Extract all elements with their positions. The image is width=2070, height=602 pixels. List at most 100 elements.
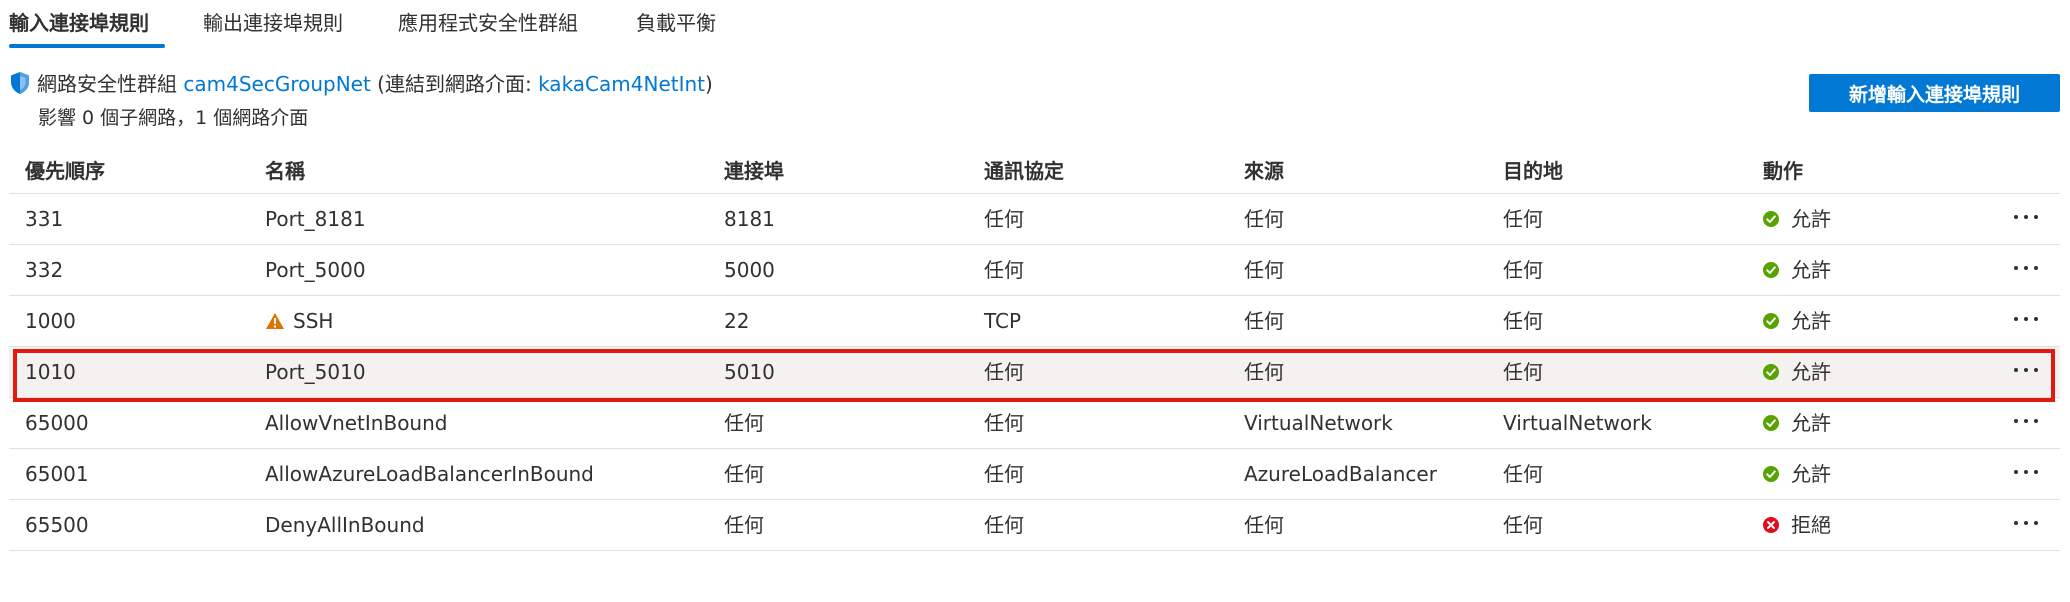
- more-dot: [2014, 470, 2018, 474]
- cell-name: DenyAllInBound: [265, 513, 425, 537]
- cell-port: 22: [724, 309, 750, 333]
- column-header-name[interactable]: 名稱: [265, 155, 305, 184]
- check-circle-icon: [1763, 415, 1779, 431]
- cell-priority: 332: [25, 258, 64, 282]
- table-row[interactable]: 332 Port_5000 5000 任何 任何 任何 允許: [9, 245, 2060, 296]
- add-inbound-rule-button[interactable]: 新增輸入連接埠規則: [1809, 74, 2060, 112]
- more-dot: [2024, 317, 2028, 321]
- column-header-priority[interactable]: 優先順序: [25, 155, 105, 184]
- cell-priority: 331: [25, 207, 64, 231]
- more-dot: [2014, 215, 2018, 219]
- cell-destination: 任何: [1503, 360, 1543, 384]
- cell-priority: 65500: [25, 513, 89, 537]
- error-circle-icon: [1763, 517, 1779, 533]
- network-interface-link[interactable]: kakaCam4NetInt: [538, 72, 705, 96]
- cell-port: 任何: [724, 462, 764, 486]
- more-dot: [2014, 266, 2018, 270]
- cell-protocol: 任何: [984, 513, 1024, 537]
- nsg-attached-prefix: (連結到網路介面:: [377, 72, 539, 96]
- more-dot: [2014, 368, 2018, 372]
- cell-priority: 1000: [25, 309, 76, 333]
- table-row[interactable]: 65500 DenyAllInBound 任何 任何 任何 任何 拒絕: [9, 500, 2060, 551]
- tab-application-security-groups[interactable]: 應用程式安全性群組: [398, 8, 578, 40]
- cell-protocol: 任何: [984, 360, 1024, 384]
- more-dot: [2034, 419, 2038, 423]
- more-dot: [2014, 317, 2018, 321]
- cell-name: Port_8181: [265, 207, 366, 231]
- more-horizontal-icon[interactable]: [2009, 408, 2043, 434]
- action-label: 允許: [1791, 207, 1831, 231]
- inbound-rules-table: 優先順序 名稱 連接埠 通訊協定 來源 目的地 動作 331 Port_8181 8…: [9, 145, 2060, 551]
- more-horizontal-icon[interactable]: [2009, 510, 2043, 536]
- more-dot: [2024, 419, 2028, 423]
- cell-port: 5010: [724, 360, 775, 384]
- cell-source: 任何: [1244, 207, 1284, 231]
- nsg-line: 網路安全性群組 cam4SecGroupNet (連結到網路介面: kakaCa…: [37, 70, 713, 98]
- more-horizontal-icon[interactable]: [2009, 204, 2043, 230]
- more-dot: [2024, 266, 2028, 270]
- cell-port: 8181: [724, 207, 775, 231]
- cell-destination: 任何: [1503, 207, 1543, 231]
- table-row[interactable]: 65001 AllowAzureLoadBalancerInBound 任何 任何 Az…: [9, 449, 2060, 500]
- more-dot: [2024, 470, 2028, 474]
- more-horizontal-icon[interactable]: [2009, 459, 2043, 485]
- cell-name: SSH: [265, 308, 333, 334]
- cell-priority: 65001: [25, 462, 89, 486]
- table-row[interactable]: 1000 SSH 22 TCP 任何 任何 允許: [9, 296, 2060, 347]
- table-header: 優先順序 名稱 連接埠 通訊協定 來源 目的地 動作: [9, 145, 2060, 194]
- action-label: 允許: [1791, 258, 1831, 282]
- more-dot: [2034, 215, 2038, 219]
- more-horizontal-icon[interactable]: [2009, 306, 2043, 332]
- tab-outbound-rules[interactable]: 輸出連接埠規則: [203, 8, 343, 40]
- cell-port: 任何: [724, 513, 764, 537]
- cell-source: 任何: [1244, 258, 1284, 282]
- cell-name: AllowVnetInBound: [265, 411, 448, 435]
- shield-icon: [11, 72, 29, 94]
- more-dot: [2034, 266, 2038, 270]
- cell-port: 任何: [724, 411, 764, 435]
- cell-source: VirtualNetwork: [1244, 411, 1393, 435]
- cell-name: Port_5000: [265, 258, 366, 282]
- tab-inbound-rules[interactable]: 輸入連接埠規則: [9, 8, 149, 40]
- cell-name: Port_5010: [265, 360, 366, 384]
- cell-protocol: 任何: [984, 411, 1024, 435]
- check-circle-icon: [1763, 466, 1779, 482]
- column-header-destination[interactable]: 目的地: [1503, 155, 1563, 184]
- check-circle-icon: [1763, 364, 1779, 380]
- action-label: 允許: [1791, 411, 1831, 435]
- cell-destination: 任何: [1503, 462, 1543, 486]
- column-header-protocol[interactable]: 通訊協定: [984, 155, 1064, 184]
- cell-protocol: 任何: [984, 462, 1024, 486]
- action-label: 允許: [1791, 360, 1831, 384]
- cell-priority: 1010: [25, 360, 76, 384]
- table-row[interactable]: 1010 Port_5010 5010 任何 任何 任何 允許: [9, 347, 2060, 398]
- table-row[interactable]: 331 Port_8181 8181 任何 任何 任何 允許: [9, 194, 2060, 245]
- tab-load-balancing[interactable]: 負載平衡: [636, 8, 716, 40]
- more-dot: [2034, 470, 2038, 474]
- cell-source: 任何: [1244, 513, 1284, 537]
- action-label: 拒絕: [1791, 513, 1831, 537]
- more-dot: [2034, 317, 2038, 321]
- nsg-group-link[interactable]: cam4SecGroupNet: [183, 72, 370, 96]
- table-body: 331 Port_8181 8181 任何 任何 任何 允許 332 Port_5000 5000…: [9, 194, 2060, 551]
- more-dot: [2034, 368, 2038, 372]
- column-header-port[interactable]: 連接埠: [724, 155, 784, 184]
- check-circle-icon: [1763, 262, 1779, 278]
- action-label: 允許: [1791, 309, 1831, 333]
- cell-protocol: TCP: [984, 309, 1022, 333]
- more-horizontal-icon[interactable]: [2009, 255, 2043, 281]
- action-label: 允許: [1791, 462, 1831, 486]
- more-horizontal-icon[interactable]: [2009, 357, 2043, 383]
- nsg-attached-suffix: ): [705, 72, 713, 96]
- cell-port: 5000: [724, 258, 775, 282]
- cell-destination: 任何: [1503, 513, 1543, 537]
- more-dot: [2034, 521, 2038, 525]
- check-circle-icon: [1763, 313, 1779, 329]
- table-row[interactable]: 65000 AllowVnetInBound 任何 任何 VirtualNetwork V…: [9, 398, 2060, 449]
- cell-source: AzureLoadBalancer: [1244, 462, 1437, 486]
- cell-source: 任何: [1244, 360, 1284, 384]
- check-circle-icon: [1763, 211, 1779, 227]
- cell-name: AllowAzureLoadBalancerInBound: [265, 462, 594, 486]
- column-header-source[interactable]: 來源: [1244, 155, 1284, 184]
- column-header-action[interactable]: 動作: [1763, 155, 1803, 184]
